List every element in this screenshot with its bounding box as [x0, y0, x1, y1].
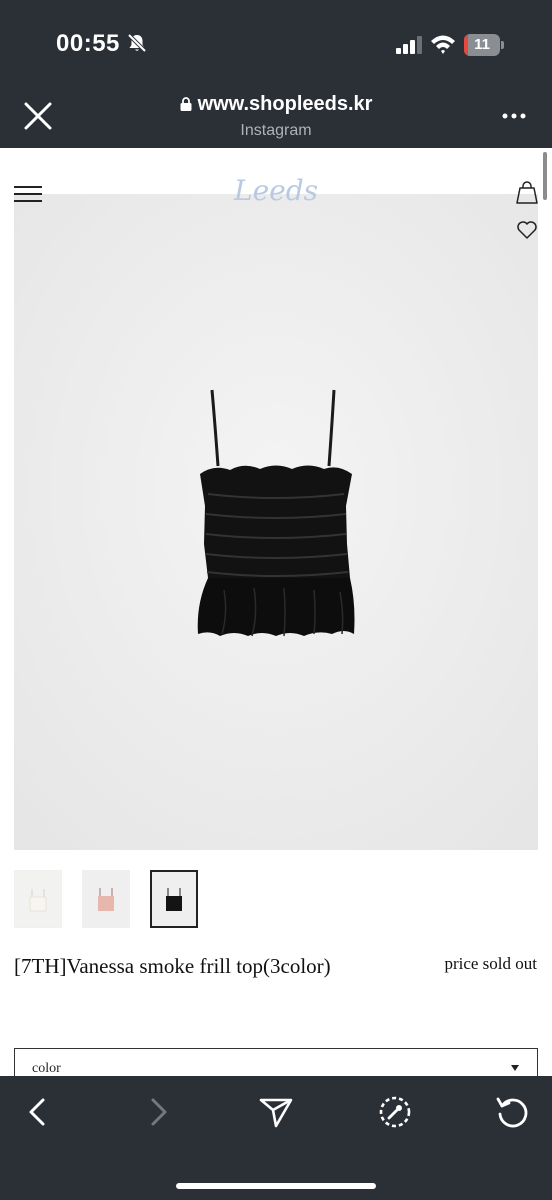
- browser-toolbar: [0, 1076, 552, 1200]
- source-app-label: Instagram: [240, 122, 312, 139]
- site-logo[interactable]: Leeds: [0, 174, 552, 207]
- thumbnail-pink[interactable]: [82, 870, 130, 928]
- price-status: price sold out: [444, 954, 537, 973]
- status-bar: 00:55 11: [0, 0, 552, 80]
- url-bar[interactable]: www.shopleeds.kr: [0, 93, 552, 116]
- chevron-right-icon[interactable]: [138, 1092, 178, 1132]
- product-main-image[interactable]: [14, 194, 538, 850]
- lock-icon: [180, 97, 192, 111]
- send-icon[interactable]: [256, 1092, 296, 1132]
- battery-percent: 11: [474, 36, 490, 53]
- cellular-signal-icon: [396, 36, 422, 54]
- heart-icon[interactable]: [516, 220, 538, 240]
- thumbnail-ivory[interactable]: [14, 870, 62, 928]
- wifi-icon: [431, 35, 455, 54]
- shopping-bag-icon[interactable]: [516, 180, 538, 204]
- thumbnail-image: [15, 871, 61, 927]
- thumbnail-black[interactable]: [150, 870, 198, 928]
- url-text: www.shopleeds.kr: [197, 93, 373, 115]
- reload-icon[interactable]: [492, 1092, 532, 1132]
- bell-muted-icon: [127, 33, 147, 53]
- in-app-browser-header: www.shopleeds.kr Instagram: [0, 80, 552, 148]
- product-title: [7TH]Vanessa smoke frill top(3color): [14, 954, 331, 978]
- product-photo: [14, 194, 538, 850]
- battery-indicator: 11: [464, 34, 504, 56]
- compass-icon[interactable]: [375, 1092, 415, 1132]
- color-option-select[interactable]: color: [14, 1048, 538, 1076]
- chevron-left-icon[interactable]: [18, 1092, 58, 1132]
- color-option-label: color: [32, 1061, 61, 1076]
- status-time: 00:55: [56, 30, 120, 57]
- thumbnail-image: [83, 871, 129, 927]
- webpage-content: [7TH]Vanessa smoke frill top(3color) pri…: [0, 148, 552, 1076]
- more-icon[interactable]: [500, 108, 528, 124]
- home-indicator[interactable]: [176, 1183, 376, 1189]
- thumbnail-image: [152, 872, 196, 926]
- page-scrollbar[interactable]: [543, 152, 547, 200]
- dropdown-arrow-icon: [511, 1065, 519, 1071]
